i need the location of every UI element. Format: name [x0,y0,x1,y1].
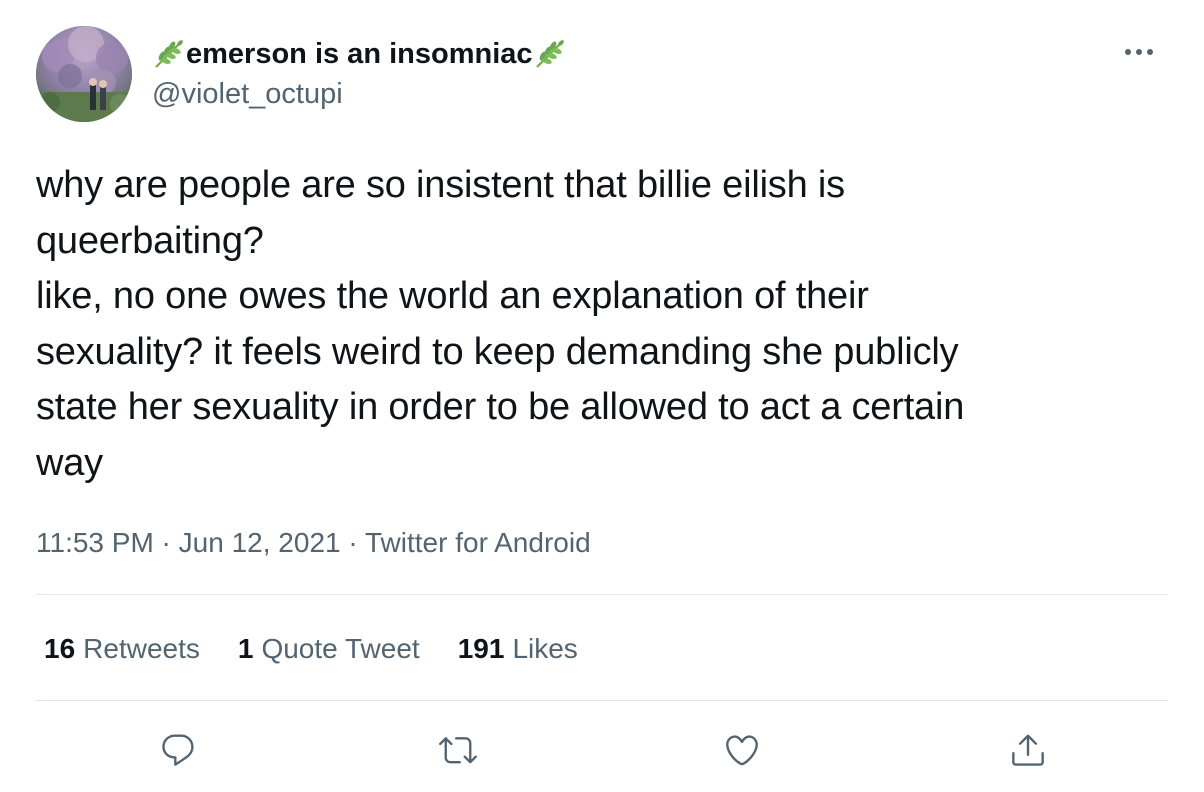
tweet-text-line: way [36,441,103,484]
herb-icon [535,40,564,68]
quote-tweets-stat[interactable]: 1 Quote Tweet [238,630,420,668]
display-name[interactable]: emerson is an insomniac [152,36,567,72]
divider [36,594,1168,595]
like-button[interactable] [720,728,764,772]
tweet-stats: 16 Retweets 1 Quote Tweet 191 Likes [44,630,616,668]
tweet-text-line: queerbaiting? [36,219,264,262]
quote-tweets-label: Quote Tweet [261,633,420,664]
tweet-meta: 11:53 PM · Jun 12, 2021 · Twitter for An… [36,525,591,561]
tweet-source[interactable]: Twitter for Android [365,527,591,558]
share-icon [1012,734,1044,766]
tweet-text-line: like, no one owes the world an explanati… [36,275,869,317]
retweets-stat[interactable]: 16 Retweets [44,630,200,668]
herb-icon [155,40,183,68]
author-names: emerson is an insomniac @violet_octupi [152,36,567,112]
retweets-count: 16 [44,633,76,664]
retweets-label: Retweets [83,633,200,664]
quote-tweets-count: 1 [237,633,254,664]
tweet-time[interactable]: 11:53 PM [36,527,154,558]
tweet-text-line: sexuality? it feels weird to keep demand… [36,330,959,373]
more-icon [1125,49,1153,55]
avatar-image [36,26,132,122]
tweet-text-line: why are people are so insistent that bil… [36,164,845,206]
divider [36,700,1168,701]
tweet-date[interactable]: Jun 12, 2021 [179,527,341,558]
meta-separator: · [340,527,365,558]
retweet-button[interactable] [436,728,480,772]
retweet-icon [439,737,477,764]
share-button[interactable] [1006,728,1050,772]
likes-count: 191 [457,633,505,664]
reply-button[interactable] [156,728,200,772]
heart-icon [726,735,758,766]
tweet-text-line: state her sexuality in order to be allow… [36,386,965,428]
tweet-text: why are people are so insistent that bil… [36,158,1156,491]
likes-stat[interactable]: 191 Likes [458,630,578,668]
display-name-text: emerson is an insomniac [186,38,533,70]
tweet-header: emerson is an insomniac @violet_octupi [36,26,1168,122]
more-button[interactable] [1122,42,1156,62]
avatar[interactable] [36,26,132,122]
tweet-actions [0,720,1204,776]
author-handle[interactable]: @violet_octupi [152,76,567,112]
tweet-card: emerson is an insomniac @violet_octupi w… [0,0,1204,792]
likes-label: Likes [512,633,578,664]
meta-separator: · [153,527,179,558]
reply-icon [162,734,194,766]
